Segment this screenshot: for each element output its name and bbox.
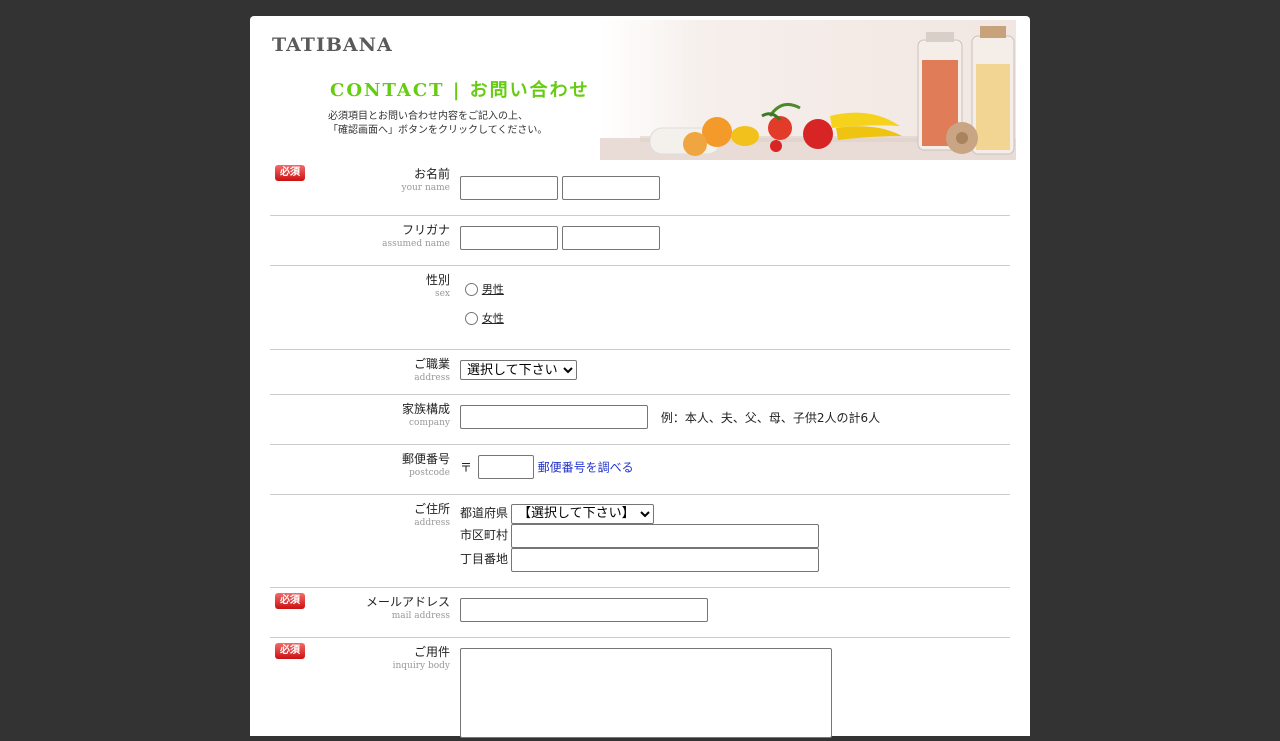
email-label-jp: メールアドレス [365,595,450,609]
street-input[interactable] [511,547,819,572]
postcode-label-en: postcode [409,468,450,478]
family-label: 家族構成 company [402,401,450,429]
address-label-en: address [414,518,450,528]
street-line: 丁目番地 [460,547,819,572]
job-label-en: address [414,373,450,383]
postcode-label-jp: 郵便番号 [401,452,450,466]
address-label: ご住所 address [414,501,450,529]
sex-label: 性別 sex [426,272,450,300]
form-row-name: 必須 お名前 your name [270,160,1010,216]
sex-options: 男性 女性 [465,281,504,326]
inquiry-label-en: inquiry body [392,661,450,671]
inquiry-label-jp: ご用件 [413,645,450,659]
female-radio[interactable] [465,311,478,325]
job-label: ご職業 address [414,356,450,384]
email-label: メールアドレス mail address [366,594,450,622]
female-label[interactable]: 女性 [482,312,504,325]
intro-line-1: 必須項目とお問い合わせ内容をご記入の上、 [328,111,528,122]
required-badge: 必須 [275,643,305,659]
sex-label-jp: 性別 [425,273,450,287]
postcode-mark: 〒 [460,460,473,475]
tatibana-logo[interactable]: TATIBANA [272,34,393,56]
sex-label-en: sex [434,289,450,299]
inquiry-textarea[interactable] [460,648,832,738]
male-label[interactable]: 男性 [482,283,504,296]
intro-text: 必須項目とお問い合わせ内容をご記入の上、 「確認画面へ」ボタンをクリックしてくだ… [328,110,547,138]
postcode-lookup-link[interactable]: 郵便番号を調べる [538,461,634,475]
sex-option-female[interactable]: 女性 [465,310,504,326]
family-field: 例：本人、夫、父、母、子供2人の計6人 [460,405,880,429]
required-badge: 必須 [275,593,305,609]
prefecture-select[interactable]: 【選択して下さい】 [511,503,654,524]
furigana-label-jp: フリガナ [401,223,450,237]
intro-line-2: 「確認画面へ」ボタンをクリックしてください。 [328,125,548,136]
email-label-en: mail address [391,611,450,621]
job-select-wrap: 選択して下さい [460,360,577,380]
form-row-email: 必須 メールアドレス mail address [270,588,1010,638]
form-row-family: 家族構成 company 例：本人、夫、父、母、子供2人の計6人 [270,395,1010,445]
form-row-address: ご住所 address 都道府県 【選択して下さい】 市区町村 丁目番地 [270,495,1010,588]
city-input[interactable] [511,523,819,548]
kitchen-illustration [600,26,1016,160]
name-label: お名前 your name [402,166,451,194]
postcode-field: 〒 郵便番号を調べる [460,455,634,479]
inquiry-field [460,648,832,741]
form-row-sex: 性別 sex 男性 女性 [270,266,1010,350]
form-row-furigana: フリガナ assumed name [270,216,1010,266]
job-label-jp: ご職業 [413,357,450,371]
page-title: CONTACT | お問い合わせ [330,80,590,101]
family-label-en: company [408,418,450,428]
family-label-jp: 家族構成 [401,402,450,416]
furigana-label: フリガナ assumed name [382,222,450,250]
required-badge: 必須 [275,165,305,181]
prefecture-line: 都道府県 【選択して下さい】 [460,503,819,524]
email-input[interactable] [460,598,708,622]
first-furigana-input[interactable] [561,226,660,250]
city-label: 市区町村 [460,528,509,542]
first-name-input[interactable] [561,176,660,200]
last-furigana-input[interactable] [460,226,558,250]
street-label: 丁目番地 [460,552,509,566]
email-field [460,598,708,622]
contact-form-card: TATIBANA CONTACT | お問い合わせ 必須項目とお問い合わせ内容を… [250,16,1030,738]
form-row-inquiry: 必須 ご用件 inquiry body [270,638,1010,738]
hero-image-kitchen [600,20,1016,160]
address-fields: 都道府県 【選択して下さい】 市区町村 丁目番地 [460,503,819,572]
last-name-input[interactable] [460,176,558,200]
form-row-job: ご職業 address 選択して下さい [270,350,1010,395]
city-line: 市区町村 [460,523,819,548]
male-radio[interactable] [465,282,478,296]
job-select[interactable]: 選択して下さい [460,360,577,380]
postcode-input[interactable] [477,455,534,479]
family-input[interactable] [460,405,648,429]
name-label-en: your name [401,183,451,193]
family-example: 例：本人、夫、父、母、子供2人の計6人 [660,410,881,425]
postcode-label: 郵便番号 postcode [402,451,450,479]
form-row-postcode: 郵便番号 postcode 〒 郵便番号を調べる [270,445,1010,495]
name-label-jp: お名前 [413,167,450,181]
furigana-inputs [460,226,660,250]
inquiry-label: ご用件 inquiry body [393,644,450,672]
prefecture-label: 都道府県 [460,506,509,520]
sex-option-male[interactable]: 男性 [465,281,504,310]
address-label-jp: ご住所 [413,502,450,516]
name-inputs [460,176,660,200]
furigana-label-en: assumed name [382,239,450,249]
